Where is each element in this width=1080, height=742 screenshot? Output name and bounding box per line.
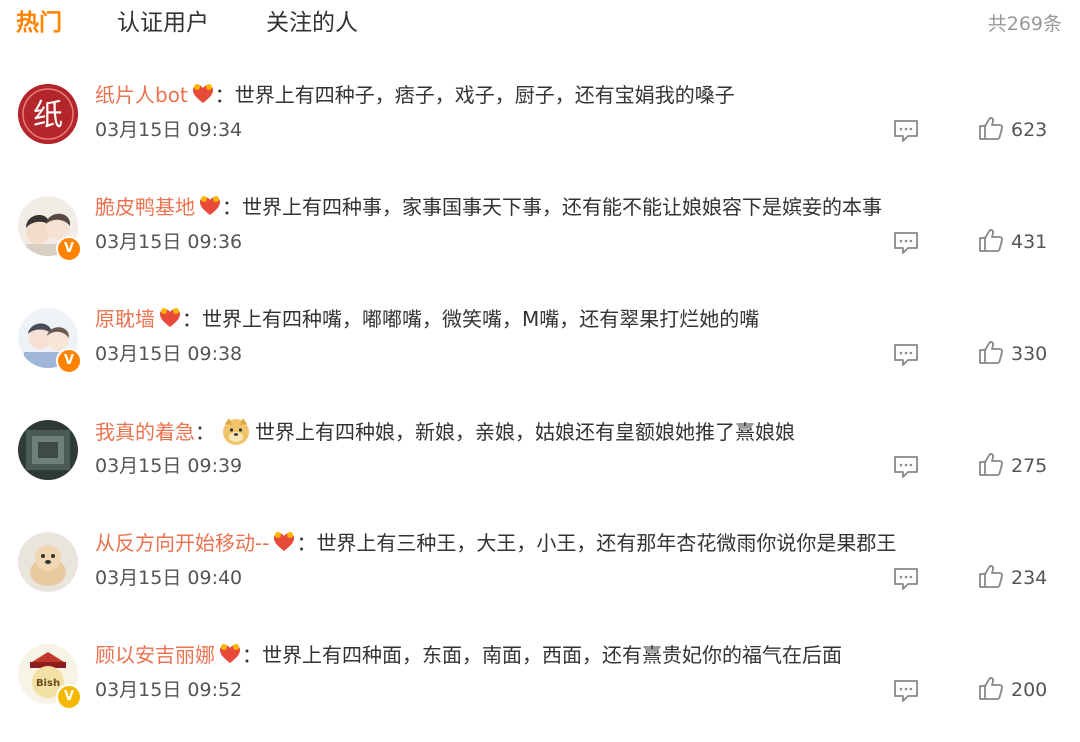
comment-content: 我真的着急： 世界上有四种娘，新娘，亲娘，姑娘还有皇额娘她推了熹娘娘 (95, 416, 795, 447)
verified-badge-icon: V (56, 684, 82, 710)
comment-username[interactable]: 我真的着急 (95, 420, 195, 444)
avatar[interactable] (18, 532, 78, 592)
reply-icon[interactable] (892, 678, 920, 704)
vip-heart-icon (192, 84, 213, 103)
comment-content: 从反方向开始移动-- ：世界上有三种王，大王，小王，还有那年杏花微雨你说你是果郡王 (95, 528, 896, 558)
like-icon[interactable] (978, 675, 1004, 701)
comment-item: 纸 纸片人bot ：世界上有四种子，痞子，戏子，厨子，还有宝娟我的嗓子 03月15… (0, 70, 1080, 182)
like-icon[interactable] (978, 115, 1004, 141)
comment-text: 世界上有三种王，大王，小王，还有那年杏花微雨你说你是果郡王 (316, 531, 897, 555)
reply-icon[interactable] (892, 454, 920, 480)
comment-content: 脆皮鸭基地 ：世界上有四种事，家事国事天下事，还有能不能让娘娘容下是嫔妾的本事 (95, 192, 882, 222)
comment-item: Bish V 顾以安吉丽娜 ：世界上有四种面，东面，南面，西面，还有熹贵妃你的福气… (0, 630, 1080, 742)
comment-text: 世界上有四种娘，新娘，亲娘，姑娘还有皇额娘她推了熹娘娘 (255, 420, 795, 444)
comment-username[interactable]: 纸片人bot (95, 83, 188, 107)
vip-heart-icon (274, 532, 295, 551)
avatar-glyph: Bish (36, 678, 60, 689)
reply-icon[interactable] (892, 342, 920, 368)
reply-icon[interactable] (892, 230, 920, 256)
verified-badge-icon: V (56, 348, 82, 374)
vip-heart-icon (200, 196, 220, 215)
vip-heart-icon (160, 308, 180, 327)
comment-text: 世界上有四种面，东面，南面，西面，还有熹贵妃你的福气在后面 (262, 643, 842, 667)
comment-time: 03月15日 09:39 (95, 455, 243, 477)
comment-item: 我真的着急： 世界上有四种娘，新娘，亲娘，姑娘还有皇额娘她推了熹娘娘 03月15日… (0, 406, 1080, 518)
like-count: 623 (1011, 119, 1048, 141)
avatar-glyph: 纸 (33, 98, 63, 133)
comment-text: 世界上有四种事，家事国事天下事，还有能不能让娘娘容下是嫔妾的本事 (242, 195, 882, 219)
like-count: 431 (1011, 231, 1048, 253)
comment-time: 03月15日 09:34 (95, 119, 243, 141)
like-icon[interactable] (978, 227, 1004, 253)
comment-separator: ： (296, 531, 317, 555)
comment-content: 纸片人bot ：世界上有四种子，痞子，戏子，厨子，还有宝娟我的嗓子 (95, 80, 735, 110)
tab-following[interactable]: 关注的人 (266, 6, 358, 40)
comment-time: 03月15日 09:52 (95, 679, 243, 701)
reply-icon[interactable] (892, 118, 920, 144)
tab-verified-users[interactable]: 认证用户 (117, 6, 209, 40)
like-count: 234 (1011, 567, 1048, 589)
like-count: 330 (1011, 343, 1048, 365)
comment-text: 世界上有四种嘴，嘟嘟嘴，微笑嘴，M嘴，还有翠果打烂她的嘴 (202, 307, 760, 331)
comment-content: 顾以安吉丽娜 ：世界上有四种面，东面，南面，西面，还有熹贵妃你的福气在后面 (95, 640, 842, 670)
tab-hot[interactable]: 热门 (16, 6, 62, 40)
comment-content: 原耽墙 ：世界上有四种嘴，嘟嘟嘴，微笑嘴，M嘴，还有翠果打烂她的嘴 (95, 304, 759, 334)
vip-heart-icon (220, 644, 240, 663)
like-count: 275 (1011, 455, 1048, 477)
comment-time: 03月15日 09:38 (95, 343, 243, 365)
comment-time: 03月15日 09:40 (95, 567, 243, 589)
like-icon[interactable] (978, 339, 1004, 365)
comment-separator: ： (242, 643, 262, 667)
reply-icon[interactable] (892, 566, 920, 592)
comment-total-count: 共269条 (987, 13, 1062, 35)
comment-username[interactable]: 脆皮鸭基地 (95, 195, 195, 219)
comment-separator: ： (222, 195, 242, 219)
comment-text: 世界上有四种子，痞子，戏子，厨子，还有宝娟我的嗓子 (234, 83, 735, 107)
comment-separator: ： (195, 420, 215, 444)
comment-separator: ： (182, 307, 202, 331)
comment-username[interactable]: 顾以安吉丽娜 (95, 643, 215, 667)
comment-username[interactable]: 从反方向开始移动-- (95, 531, 269, 555)
comment-item: V 脆皮鸭基地 ：世界上有四种事，家事国事天下事，还有能不能让娘娘容下是嫔妾的本事… (0, 182, 1080, 294)
avatar[interactable] (18, 420, 78, 480)
comment-item: 从反方向开始移动-- ：世界上有三种王，大王，小王，还有那年杏花微雨你说你是果郡王… (0, 518, 1080, 630)
verified-badge-icon: V (56, 236, 82, 262)
comment-item: V 原耽墙 ：世界上有四种嘴，嘟嘟嘴，微笑嘴，M嘴，还有翠果打烂她的嘴 03月15… (0, 294, 1080, 406)
like-icon[interactable] (978, 451, 1004, 477)
doge-emoji-icon (223, 418, 249, 445)
like-count: 200 (1011, 679, 1048, 701)
comment-time: 03月15日 09:36 (95, 231, 243, 253)
comment-tabs: 热门 认证用户 关注的人 共269条 (0, 0, 1080, 50)
comment-username[interactable]: 原耽墙 (95, 307, 155, 331)
avatar[interactable]: 纸 (18, 84, 78, 144)
comment-separator: ： (214, 83, 235, 107)
like-icon[interactable] (978, 563, 1004, 589)
